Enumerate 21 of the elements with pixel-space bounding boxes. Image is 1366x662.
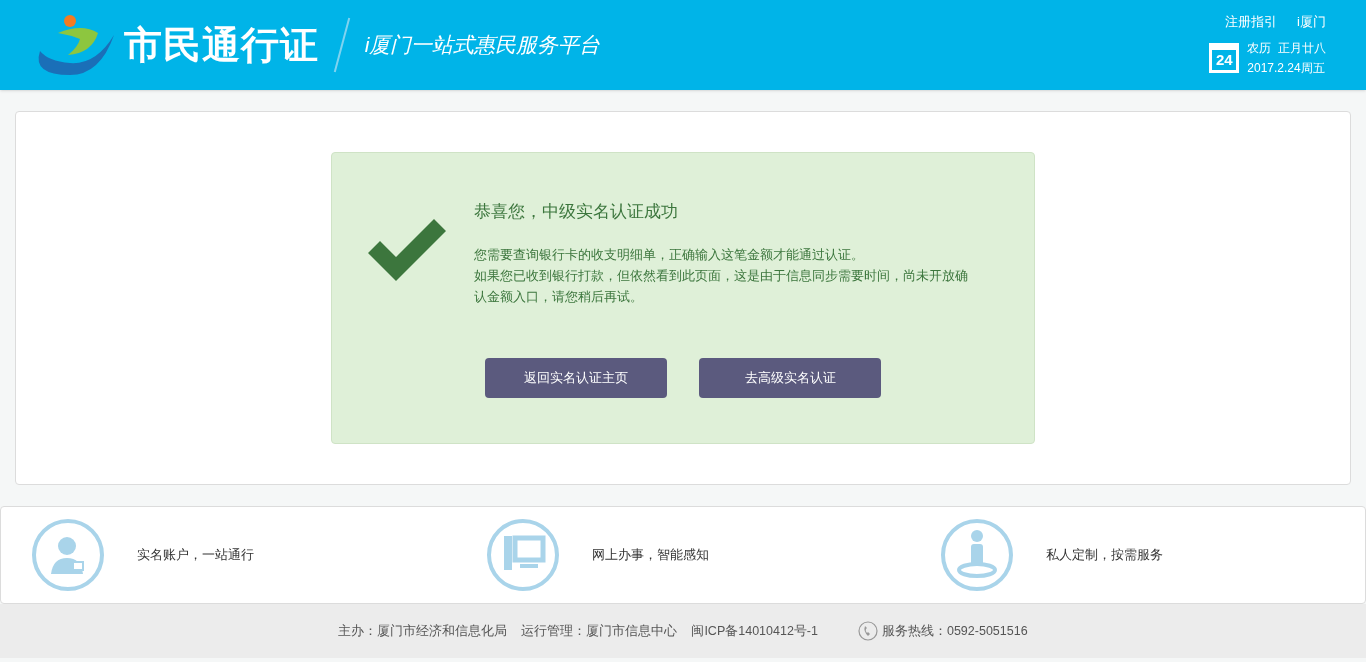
feature-text: 私人定制，按需服务 (1046, 546, 1164, 565)
action-button[interactable]: 返回实名认证主页 (485, 357, 667, 398)
footer-operator: 运行管理：厦门市信息中心 (521, 622, 678, 640)
current-date: 2017.2.24周五 (1247, 59, 1326, 77)
message-text: 您需要查询银行卡的收支明细单，正确输入这笔金额才能通过认证。 (474, 246, 865, 264)
lunar-date: 农历 正月廿八 (1247, 39, 1326, 57)
computer-icon (485, 518, 560, 592)
footer-hotline: 服务热线：0592-5051516 (881, 622, 1028, 640)
person-icon (940, 518, 1015, 592)
footer-icp: 闽ICP备14010412号-1 (691, 622, 818, 640)
calendar-icon: 24 (1209, 42, 1240, 73)
site-subtitle: i厦门一站式惠民服务平台 (364, 32, 601, 59)
footer-sponsor: 主办：厦门市经济和信息化局 (338, 622, 508, 640)
site-title: 市民通行证 (124, 22, 319, 68)
phone-icon (857, 621, 878, 641)
feature-text: 实名账户，一站通行 (137, 546, 254, 565)
action-button[interactable]: 去高级实名认证 (699, 357, 881, 398)
feature-text: 网上办事，智能感知 (591, 546, 709, 565)
account-icon (31, 518, 105, 592)
message-text: 如果您已收到银行打款，但依然看到此页面，这是由于信息同步需要时间，尚未开放确认金额入口，请您稍后再试。 (474, 267, 969, 306)
success-title: 恭喜您，中级实名认证成功 (474, 201, 679, 223)
